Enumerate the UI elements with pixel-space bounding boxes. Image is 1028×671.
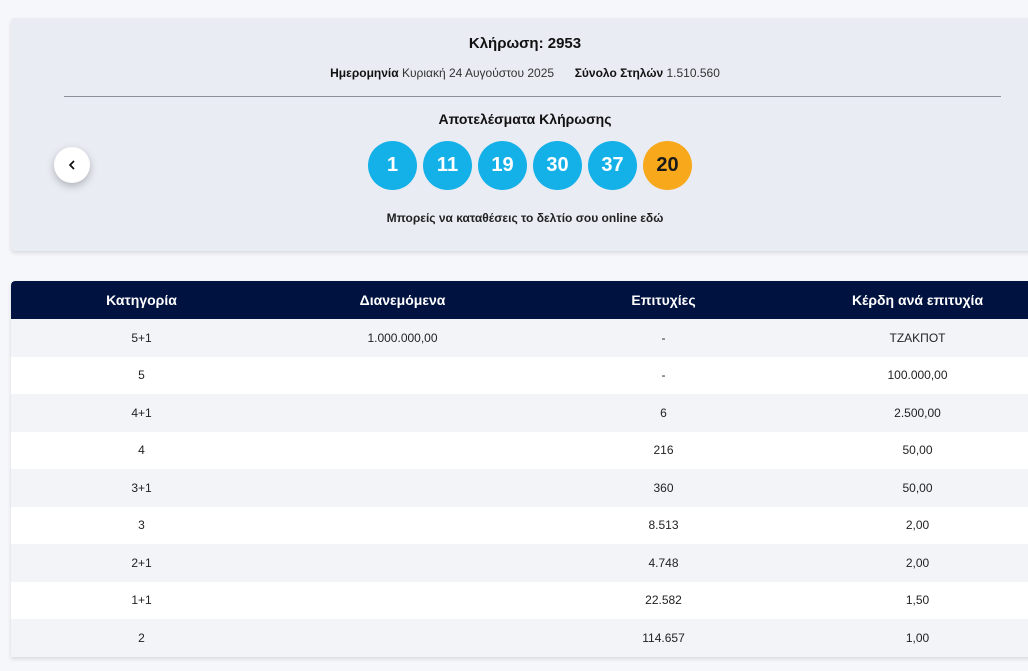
cell-prize: 2,00 (905, 518, 930, 533)
cell-prize: 50,00 (902, 480, 933, 495)
cell-winners: 22.582 (645, 593, 682, 608)
cell-distributed (272, 582, 533, 620)
cell-category: 4 (138, 443, 145, 458)
chevron-left-icon (69, 160, 75, 170)
cell-distributed (272, 394, 533, 432)
cell-distributed (272, 619, 533, 657)
number-ball: 11 (423, 141, 472, 190)
header-category: Κατηγορία (106, 292, 177, 308)
online-bet-link[interactable]: Μπορείς να καταθέσεις το δελτίο σου onli… (11, 211, 1028, 225)
prize-table: Κατηγορία Διανεμόμενα Επιτυχίες Κέρδη αν… (11, 281, 1028, 657)
cell-winners: 4.748 (648, 555, 679, 570)
header-winners: Επιτυχίες (631, 292, 696, 308)
table-row: 5+1 1.000.000,00 - ΤΖΑΚΠΟΤ (11, 319, 1028, 357)
header-prize: Κέρδη ανά επιτυχία (851, 292, 984, 308)
number-ball: 19 (478, 141, 527, 190)
results-title: Αποτελέσματα Κλήρωσης (438, 111, 612, 127)
table-row: 3 8.513 2,00 (11, 506, 1028, 545)
cell-distributed (272, 432, 533, 470)
cell-winners: - (661, 330, 666, 345)
number-ball: 30 (533, 141, 582, 190)
cell-category: 3+1 (131, 480, 152, 495)
cell-winners: 216 (653, 443, 674, 458)
divider (64, 96, 1001, 97)
cell-distributed: 1.000.000,00 (367, 330, 438, 345)
cell-category: 2+1 (131, 555, 152, 570)
columns-value: 1.510.560 (666, 66, 720, 80)
table-row: 2+1 4.748 2,00 (11, 544, 1028, 582)
number-ball: 37 (588, 141, 637, 190)
cell-distributed (272, 469, 533, 507)
cell-winners: 114.657 (642, 630, 685, 645)
date-value: Κυριακή 24 Αυγούστου 2025 (401, 66, 555, 80)
cell-winners: - (661, 368, 666, 383)
date-label: Ημερομηνία (330, 66, 399, 80)
cell-distributed (272, 357, 533, 395)
number-ball: 1 (368, 141, 417, 190)
cell-winners: 360 (653, 480, 674, 495)
table-row: 4+1 6 2.500,00 (11, 394, 1028, 432)
cell-prize: 2.500,00 (894, 405, 941, 420)
table-row: 1+1 22.582 1,50 (11, 581, 1028, 620)
table-header: Κατηγορία Διανεμόμενα Επιτυχίες Κέρδη αν… (11, 281, 1028, 319)
draw-panel: Κλήρωση: 2953 Ημερομηνία Κυριακή 24 Αυγο… (11, 18, 1028, 251)
cell-prize: 1,00 (905, 630, 930, 645)
columns-label: Σύνολο Στηλών (574, 66, 664, 80)
cell-category: 5+1 (131, 330, 152, 345)
header-distributed: Διανεμόμενα (359, 292, 446, 308)
cell-prize: 100.000,00 (887, 368, 948, 383)
cell-distributed (272, 544, 533, 582)
cell-prize: 2,00 (905, 555, 930, 570)
winning-numbers: 1 11 19 30 37 20 (368, 141, 692, 190)
table-row: 2 114.657 1,00 (11, 619, 1028, 657)
cell-category: 1+1 (131, 593, 152, 608)
cell-prize: 1,50 (905, 593, 930, 608)
table-row: 4 216 50,00 (11, 431, 1028, 470)
previous-draw-button[interactable] (54, 147, 90, 183)
cell-category: 3 (138, 518, 145, 533)
table-body: 5+1 1.000.000,00 - ΤΖΑΚΠΟΤ 5 - 100.000,0… (11, 319, 1028, 657)
cell-category: 2 (138, 630, 145, 645)
cell-prize: 50,00 (902, 443, 933, 458)
cell-category: 5 (138, 368, 145, 383)
cell-prize: ΤΖΑΚΠΟΤ (889, 330, 946, 345)
table-row: 3+1 360 50,00 (11, 469, 1028, 507)
cell-category: 4+1 (131, 405, 152, 420)
table-row: 5 - 100.000,00 (11, 356, 1028, 395)
draw-title: Κλήρωση: 2953 (468, 35, 582, 52)
cell-distributed (272, 507, 533, 545)
draw-meta: Ημερομηνία Κυριακή 24 Αυγούστου 2025 Σύν… (11, 66, 1028, 80)
cell-winners: 8.513 (648, 518, 679, 533)
cell-winners: 6 (660, 405, 667, 420)
bonus-ball: 20 (643, 141, 692, 190)
